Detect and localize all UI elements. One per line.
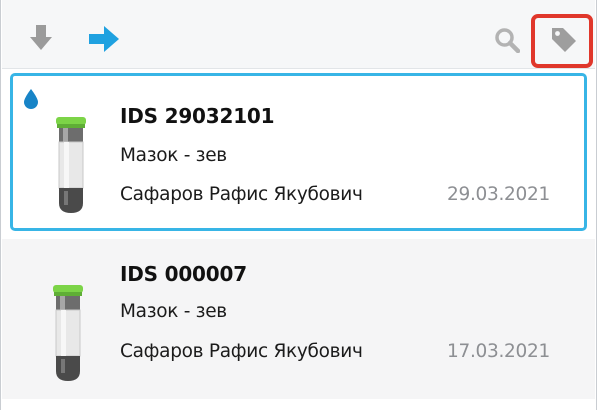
sample-date: 17.03.2021 bbox=[447, 341, 550, 362]
sample-id: IDS 29032101 bbox=[120, 104, 275, 128]
tag-highlight-box bbox=[531, 14, 593, 68]
search-button[interactable] bbox=[490, 24, 524, 56]
test-tube-icon bbox=[56, 117, 86, 213]
sample-list: IDS 29032101 Мазок - зев Сафаров Рафис Я… bbox=[2, 69, 595, 410]
sample-date: 29.03.2021 bbox=[447, 184, 550, 205]
sample-id: IDS 000007 bbox=[120, 262, 247, 286]
specimen-type: Мазок - зев bbox=[120, 301, 227, 322]
toolbar bbox=[2, 0, 595, 69]
specimen-type: Мазок - зев bbox=[120, 145, 227, 166]
patient-name: Сафаров Рафис Якубович bbox=[120, 184, 363, 205]
sample-list-item[interactable]: IDS 000007 Мазок - зев Сафаров Рафис Яку… bbox=[2, 239, 595, 399]
down-arrow-icon bbox=[30, 25, 52, 50]
water-drop-icon bbox=[24, 89, 38, 109]
test-tube-icon bbox=[53, 285, 83, 381]
patient-name: Сафаров Рафис Якубович bbox=[120, 341, 363, 362]
window: IDS 29032101 Мазок - зев Сафаров Рафис Я… bbox=[0, 0, 597, 410]
sample-list-item-selected[interactable]: IDS 29032101 Мазок - зев Сафаров Рафис Я… bbox=[10, 73, 587, 231]
search-icon bbox=[495, 28, 520, 53]
right-arrow-icon bbox=[89, 26, 119, 52]
download-button[interactable] bbox=[26, 22, 56, 54]
forward-button[interactable] bbox=[86, 24, 122, 54]
